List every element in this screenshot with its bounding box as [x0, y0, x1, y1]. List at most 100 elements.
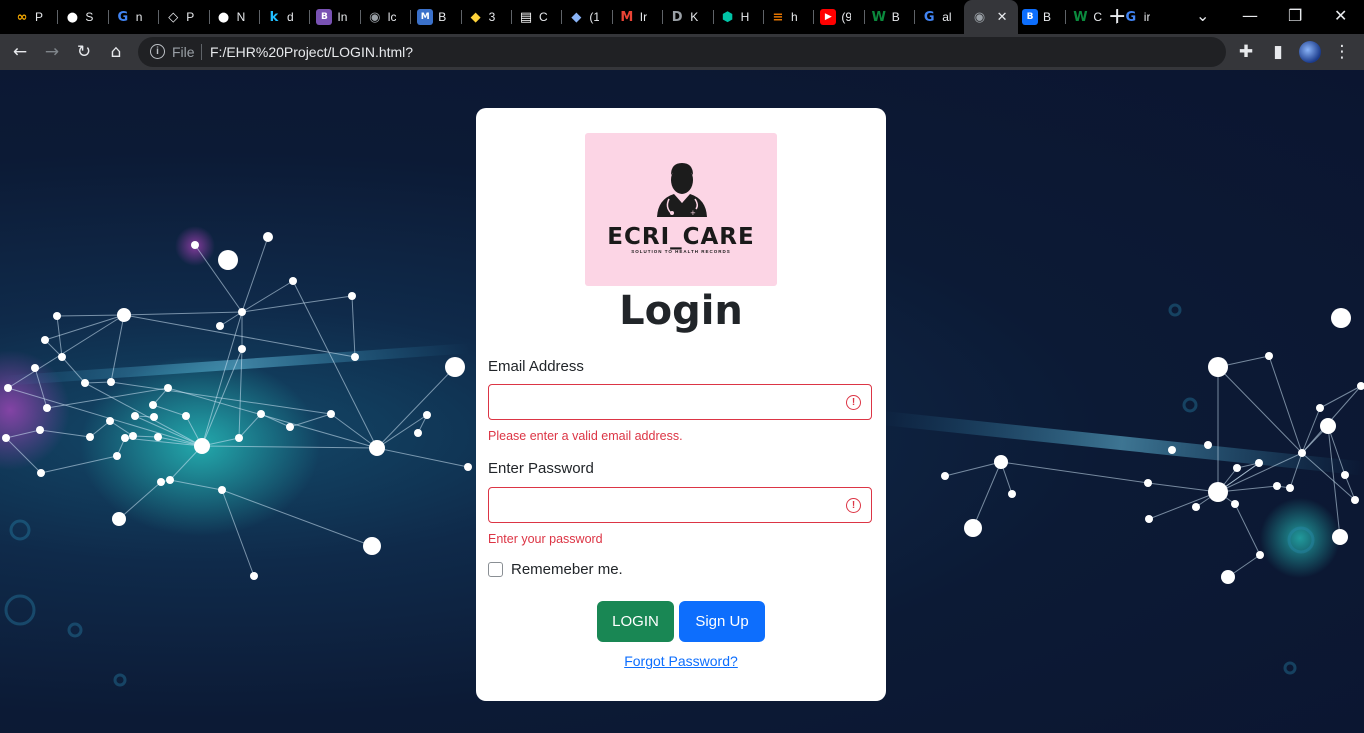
network-node: [1231, 500, 1239, 508]
browser-tab[interactable]: ∞ P: [8, 0, 58, 34]
doc-icon: D: [671, 9, 683, 25]
network-link: [241, 280, 294, 313]
close-window-icon[interactable]: ✕: [1334, 6, 1347, 25]
network-node: [263, 232, 273, 242]
network-node: [1273, 482, 1281, 490]
browser-tab[interactable]: Gal: [915, 0, 965, 34]
restore-icon[interactable]: ❐: [1288, 6, 1302, 25]
sign-up-button[interactable]: Sign Up: [679, 601, 765, 642]
browser-tab[interactable]: ◆ 3: [462, 0, 512, 34]
network-link: [1344, 474, 1356, 501]
browser-tab[interactable]: kd: [260, 0, 310, 34]
browser-tab[interactable]: ◉ lc: [361, 0, 411, 34]
w-icon: W: [871, 9, 886, 25]
browser-tab[interactable]: Gn: [109, 0, 159, 34]
tab-title: (9: [841, 10, 852, 24]
network-node: [941, 472, 949, 480]
close-tab-icon[interactable]: ✕: [997, 10, 1008, 25]
network-node: [157, 478, 165, 486]
network-link: [1319, 385, 1362, 409]
browser-tab[interactable]: ▤ C: [512, 0, 562, 34]
menu-icon[interactable]: ⋮: [1330, 40, 1354, 64]
browser-tab[interactable]: ● N: [210, 0, 260, 34]
browser-tab[interactable]: M Ir: [613, 0, 663, 34]
cloud-icon: ◆: [571, 9, 582, 25]
browser-tab[interactable]: ⬢ H: [714, 0, 764, 34]
bokeh-decoration: [1182, 397, 1198, 413]
address-bar[interactable]: i File F:/EHR%20Project/LOGIN.html?: [138, 37, 1226, 67]
network-node: [150, 413, 158, 421]
remember-me-checkbox[interactable]: [488, 562, 503, 577]
tab-title: B: [891, 10, 900, 24]
network-node: [1008, 490, 1016, 498]
tab-title: B: [438, 10, 447, 24]
back-icon[interactable]: ←: [8, 40, 32, 64]
network-node: [964, 519, 982, 537]
browser-tab[interactable]: ● S: [58, 0, 108, 34]
address-divider: [201, 44, 202, 60]
network-node: [1204, 441, 1212, 449]
network-node: [121, 434, 129, 442]
network-node: [113, 452, 121, 460]
remember-me-label[interactable]: Rememeber me.: [511, 561, 623, 578]
tab-title: H: [740, 10, 750, 24]
browser-tab[interactable]: ◆ (1: [562, 0, 612, 34]
chart-icon: ≡: [772, 9, 784, 25]
network-link: [1268, 355, 1303, 454]
browser-tab[interactable]: DK: [663, 0, 713, 34]
page-background: + ECRI_CARE SOLUTION TO HEALTH RECORDS L…: [0, 70, 1364, 733]
browser-tab[interactable]: BB: [1016, 0, 1066, 34]
password-label: Enter Password: [488, 460, 594, 477]
site-info-icon[interactable]: i: [150, 44, 165, 59]
tab-title: al: [942, 10, 952, 24]
address-scheme-label: File: [172, 44, 195, 60]
b-icon: B: [1022, 9, 1038, 25]
password-field[interactable]: [499, 489, 843, 523]
minimize-icon[interactable]: —: [1242, 6, 1258, 25]
email-field[interactable]: [499, 386, 843, 420]
tab-title: (1: [589, 10, 600, 24]
login-button[interactable]: LOGIN: [597, 601, 674, 642]
network-node: [1208, 357, 1228, 377]
network-node: [166, 476, 174, 484]
profile-avatar[interactable]: [1298, 40, 1322, 64]
tab-title: lc: [387, 10, 397, 24]
python-icon: ◆: [470, 9, 481, 25]
network-node: [129, 432, 137, 440]
reload-icon[interactable]: ↻: [72, 40, 96, 64]
extensions-icon[interactable]: ✚: [1234, 40, 1258, 64]
home-icon[interactable]: ⌂: [104, 40, 128, 64]
browser-tab[interactable]: B In: [310, 0, 360, 34]
network-node: [1208, 482, 1228, 502]
network-link: [351, 295, 356, 358]
tab-title: h: [791, 10, 798, 24]
browser-tab[interactable]: WB: [865, 0, 915, 34]
browser-tab[interactable]: ◇ P: [159, 0, 209, 34]
network-node: [348, 292, 356, 300]
side-panel-icon[interactable]: ▮: [1266, 40, 1290, 64]
doctor-icon: +: [657, 163, 707, 217]
browser-tab[interactable]: MB: [411, 0, 461, 34]
browser-tab[interactable]: ≡ h: [764, 0, 814, 34]
email-error-icon: !: [846, 395, 861, 410]
network-link: [56, 314, 125, 317]
network-link: [330, 413, 378, 449]
browser-tab[interactable]: ▶ (9: [814, 0, 864, 34]
tab-title: P: [186, 10, 195, 24]
mdb-icon: M: [417, 9, 434, 25]
logo-tagline: SOLUTION TO HEALTH RECORDS: [631, 249, 731, 254]
network-node: [117, 308, 131, 322]
google-icon: G: [923, 9, 935, 25]
new-tab-button[interactable]: +: [1108, 6, 1126, 28]
forward-icon[interactable]: →: [40, 40, 64, 64]
network-node: [53, 312, 61, 320]
network-node: [154, 433, 162, 441]
tab-search-icon[interactable]: ⌄: [1196, 6, 1209, 25]
github-icon: ●: [66, 9, 79, 25]
address-url[interactable]: F:/EHR%20Project/LOGIN.html?: [210, 44, 413, 60]
password-error-icon: !: [846, 498, 861, 513]
browser-tab[interactable]: ◉ ✕: [963, 0, 1018, 34]
network-node: [363, 537, 381, 555]
forgot-password-link[interactable]: Forgot Password?: [476, 653, 886, 669]
bokeh-decoration: [67, 622, 83, 638]
